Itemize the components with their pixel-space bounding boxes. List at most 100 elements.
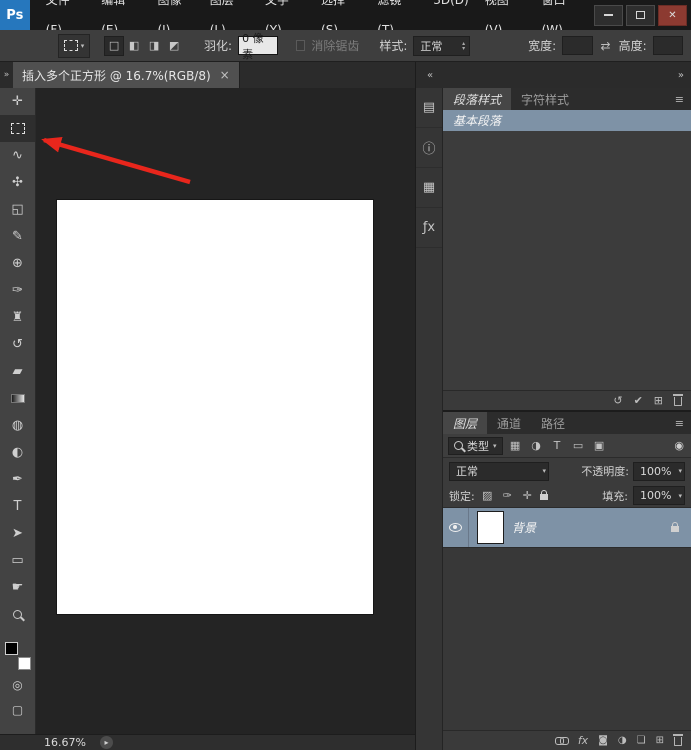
gradient-tool-icon [10,394,25,403]
swap-dimensions-icon[interactable]: ⇄ [599,39,613,53]
tools-panel: ✛ ∿ ✣ ◱ ✎ ⊕ ✑ ♜ ↺ ▰ ◍ ◐ ✒ T ➤ ▭ ☛ ◎ ▢ [0,88,36,734]
crop-tool-icon: ◱ [11,202,24,217]
blend-mode-dropdown[interactable]: 正常 ▾ [449,461,549,481]
chevron-down-icon: ▾ [678,491,682,500]
tab-paths[interactable]: 路径 [531,412,575,434]
filter-kind-dropdown[interactable]: 类型 ▾ [448,436,503,455]
new-layer-icon[interactable]: ⊞ [656,735,664,746]
new-style-icon[interactable]: ⊞ [654,394,663,407]
path-selection-tool[interactable]: ➤ [0,520,35,547]
delete-style-icon[interactable] [673,394,683,406]
photoshop-logo: Ps [0,0,30,30]
filter-shape-icon[interactable]: ▭ [570,439,587,452]
move-tool[interactable]: ✛ [0,88,35,115]
history-brush-tool[interactable]: ↺ [0,331,35,358]
tab-character-styles[interactable]: 字符样式 [511,88,579,110]
document-canvas[interactable] [57,200,373,614]
filter-smart-object-icon[interactable]: ▣ [591,439,608,452]
clone-stamp-tool[interactable]: ♜ [0,304,35,331]
layers-panel-menu-icon[interactable]: ≡ [668,412,691,434]
foreground-color-swatch[interactable] [4,642,18,655]
crop-tool[interactable]: ◱ [0,196,35,223]
tab-paragraph-styles[interactable]: 段落样式 [443,88,512,110]
screen-mode-icon: ▢ [11,702,24,717]
hand-tool[interactable]: ☛ [0,574,35,601]
brush-tool[interactable]: ✑ [0,277,35,304]
filter-type-icon[interactable]: T [549,439,566,452]
feather-input[interactable]: 0 像素 [238,32,278,61]
gradient-tool[interactable] [0,385,35,412]
new-selection-button[interactable]: □ [104,35,125,56]
quick-selection-tool[interactable]: ✣ [0,169,35,196]
document-tab-title: 插入多个正方形 @ 16.7%(RGB/8) [22,68,211,83]
lock-all-icon[interactable] [539,490,548,500]
filter-toggle-icon[interactable]: ◉ [674,439,686,452]
healing-brush-tool[interactable]: ⊕ [0,250,35,277]
layer-thumbnail[interactable] [477,511,504,544]
redefine-style-icon[interactable]: ↺ [613,394,622,407]
panel-menu-icon[interactable]: ≡ [668,88,691,110]
pen-tool-icon: ✒ [12,472,23,487]
tab-close-icon[interactable]: × [220,68,230,82]
paragraph-styles-list: 基本段落 [443,110,691,390]
histogram-panel-icon[interactable]: ▦ [416,168,442,208]
type-tool[interactable]: T [0,493,35,520]
opacity-dropdown[interactable]: 100% ▾ [633,461,685,481]
zoom-level-field[interactable]: 16.67% [44,736,86,749]
paragraph-panel-icon[interactable]: ▤ [416,88,442,128]
filter-pixel-icon[interactable]: ▦ [507,439,524,452]
collapse-panels-icon[interactable]: » [444,70,691,81]
status-flyout-icon[interactable]: ▸ [99,736,113,749]
width-input[interactable] [562,36,593,55]
eyedropper-tool[interactable]: ✎ [0,223,35,250]
lock-transparency-icon[interactable]: ▨ [480,489,495,502]
layer-row-background[interactable]: 背景 [443,508,691,548]
styles-panel-icon[interactable]: ƒx [416,208,442,248]
dodge-tool[interactable]: ◐ [0,439,35,466]
eraser-tool[interactable]: ▰ [0,358,35,385]
filter-adjustment-icon[interactable]: ◑ [528,439,545,452]
layers-panel-tabs: 图层 通道 路径 ≡ [443,412,691,434]
background-color-swatch[interactable] [17,657,31,670]
lasso-tool[interactable]: ∿ [0,142,35,169]
clear-override-icon[interactable]: ✔ [634,394,643,407]
adjustment-layer-icon[interactable]: ◑ [618,735,627,746]
link-layers-icon[interactable] [554,737,569,745]
tab-channels[interactable]: 通道 [487,412,531,434]
rectangular-marquee-tool[interactable] [0,115,35,142]
close-button[interactable]: ✕ [658,4,687,26]
list-item-basic-paragraph[interactable]: 基本段落 [443,110,691,131]
layer-mask-icon[interactable]: ◙ [598,735,608,746]
screen-mode-button[interactable]: ▢ [0,697,35,722]
add-selection-button[interactable]: ◧ [124,36,144,56]
color-swatches[interactable] [3,640,33,672]
info-panel-icon[interactable]: ⓘ [416,128,442,168]
tool-preset-picker[interactable]: ▾ [58,33,91,58]
paragraph-panel-footer: ↺ ✔ ⊞ [443,390,691,410]
document-tab[interactable]: 插入多个正方形 @ 16.7%(RGB/8) × [13,62,240,88]
maximize-button[interactable] [626,4,655,26]
canvas-area[interactable] [36,88,415,734]
zoom-tool[interactable] [0,601,35,628]
lock-label: 锁定: [449,489,475,503]
quick-mask-button[interactable]: ◎ [0,672,35,697]
intersect-selection-button[interactable]: ◩ [164,36,184,56]
expand-panels-icon[interactable]: « [416,70,444,81]
pen-tool[interactable]: ✒ [0,466,35,493]
minimize-button[interactable] [594,4,623,26]
lock-paint-icon[interactable]: ✑ [500,489,515,502]
new-group-icon[interactable]: ❏ [637,735,646,746]
visibility-toggle[interactable] [443,508,469,547]
fill-dropdown[interactable]: 100% ▾ [633,486,685,505]
layer-style-icon[interactable]: fx [578,734,588,747]
shape-tool[interactable]: ▭ [0,547,35,574]
tab-layers[interactable]: 图层 [443,412,488,434]
lock-move-icon[interactable]: ✛ [520,489,535,502]
blur-tool[interactable]: ◍ [0,412,35,439]
toolbar-collapse-icon[interactable]: » [0,62,13,88]
height-input[interactable] [652,36,684,55]
delete-layer-icon[interactable] [673,734,683,746]
subtract-selection-button[interactable]: ◨ [144,36,164,56]
style-dropdown[interactable]: 正常 ▴ ▾ [413,35,471,56]
antialias-checkbox[interactable] [295,40,306,51]
